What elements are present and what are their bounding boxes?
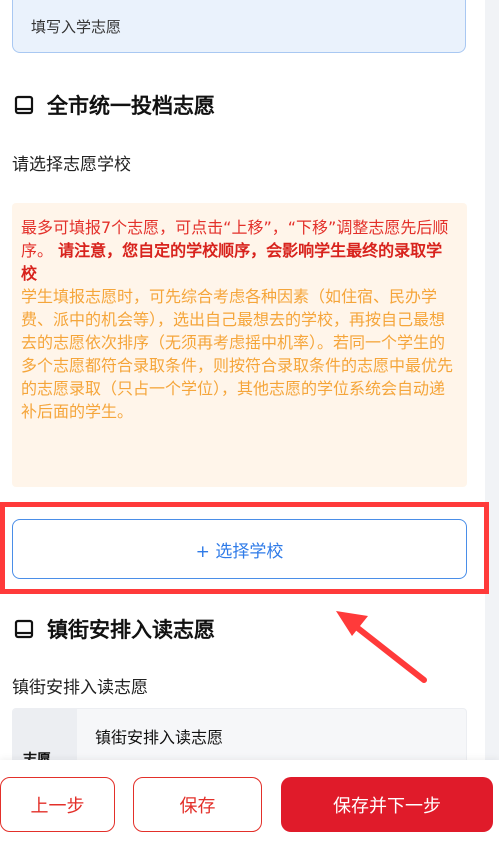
scrollbar-track[interactable]: [485, 0, 499, 760]
choose-school-button[interactable]: + 选择学校: [12, 519, 467, 579]
notice-bold-text: 请注意，您自定的学校顺序，会影响学生最终的录取学校: [21, 241, 443, 283]
form-field-enrollment[interactable]: 填写入学志愿: [12, 0, 466, 53]
prev-step-button[interactable]: 上一步: [0, 777, 115, 832]
section-title-city: 全市统一投档志愿: [14, 90, 215, 120]
section-title-text: 镇街安排入读志愿: [47, 618, 215, 642]
book-icon: [14, 619, 34, 639]
notice-box: 最多可填报7个志愿，可点击“上移”，“下移”调整志愿先后顺序。 请注意，您自定的…: [12, 203, 467, 487]
select-school-label: 请选择志愿学校: [12, 155, 131, 175]
card-title: 镇街安排入读志愿: [95, 728, 224, 747]
section-title-town: 镇街安排入读志愿: [14, 614, 215, 644]
book-icon: [14, 95, 34, 115]
save-button[interactable]: 保存: [133, 777, 262, 832]
town-label: 镇街安排入读志愿: [12, 678, 148, 698]
notice-orange-text: 学生填报志愿时，可先综合考虑各种因素（如住宿、民办学费、派中的机会等），选出自己…: [21, 287, 454, 421]
form-field-value: 填写入学志愿: [31, 17, 122, 36]
section-title-text: 全市统一投档志愿: [47, 94, 215, 118]
save-next-button[interactable]: 保存并下一步: [281, 777, 493, 832]
arrow-icon: [336, 611, 427, 683]
